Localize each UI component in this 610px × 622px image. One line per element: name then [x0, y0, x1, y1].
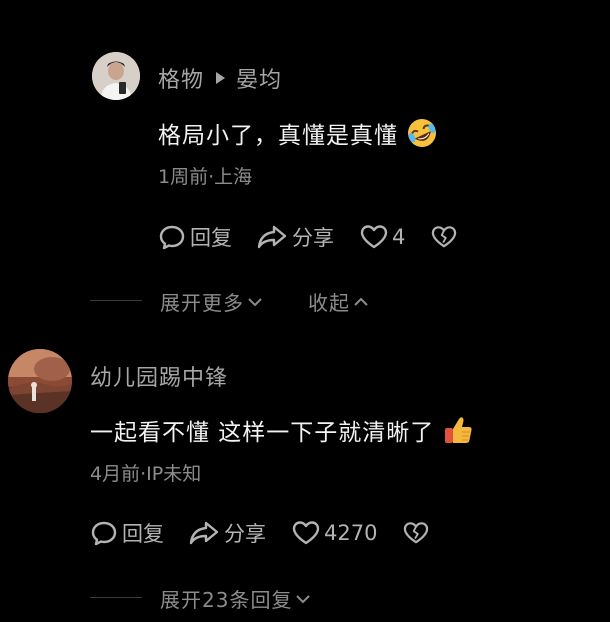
- reply-text: 格局小了，真懂是真懂: [158, 123, 398, 149]
- reply-share-button[interactable]: 分享: [256, 222, 334, 252]
- reply-to-arrow-icon: [216, 72, 226, 84]
- chevron-down-icon: [248, 297, 262, 306]
- heart-outline-icon: [360, 225, 388, 249]
- collapse-divider: [90, 300, 142, 301]
- comment-text: 一起看不懂 这样一下子就清晰了: [90, 420, 435, 446]
- comment-like-button[interactable]: 4270: [292, 520, 377, 546]
- comment-actions: 回复 分享 4270: [90, 518, 429, 548]
- reply-to-name[interactable]: 晏均: [236, 62, 282, 94]
- comment-dislike-button[interactable]: [403, 521, 429, 545]
- comment-reply-button[interactable]: 回复: [90, 518, 164, 548]
- share-arrow-icon: [189, 521, 219, 545]
- replies-divider: [90, 597, 142, 598]
- reply-like-count: 4: [392, 225, 406, 249]
- expand-more-label: 展开更多: [160, 291, 244, 315]
- expand-replies-label: 展开23条回复: [160, 588, 293, 612]
- comment-author-avatar[interactable]: [8, 349, 72, 413]
- reply-share-label: 分享: [292, 226, 334, 250]
- reply-body: 格局小了，真懂是真懂: [158, 116, 438, 150]
- expand-replies-button[interactable]: 展开23条回复: [160, 584, 312, 613]
- thumbs-up-emoji-icon: [445, 417, 472, 443]
- chevron-up-icon: [354, 297, 368, 306]
- reply-actions: 回复 分享 4: [158, 222, 457, 252]
- comment-share-button[interactable]: 分享: [188, 518, 266, 548]
- comment-meta: 4月前·IP未知: [90, 463, 202, 485]
- landscape-photo-icon: [8, 349, 72, 413]
- reply-author-name[interactable]: 格物: [158, 62, 204, 94]
- reply-like-button[interactable]: 4: [360, 224, 405, 250]
- collapse-button[interactable]: 收起: [308, 287, 370, 316]
- expand-more-button[interactable]: 展开更多: [160, 287, 264, 316]
- rolling-laughing-emoji-icon: [408, 119, 436, 147]
- broken-heart-icon: [404, 522, 429, 544]
- heart-outline-icon: [292, 521, 320, 545]
- comment-body: 一起看不懂 这样一下子就清晰了: [90, 413, 474, 447]
- reply-meta: 1周前·上海: [158, 166, 253, 188]
- comment-author-name[interactable]: 幼儿园踢中锋: [90, 360, 228, 392]
- reply-author-avatar[interactable]: [92, 52, 140, 100]
- chevron-down-icon: [296, 594, 311, 603]
- comment-reply-label: 回复: [122, 522, 164, 546]
- reply-header: 格物 晏均: [158, 62, 282, 94]
- comment-like-count: 4270: [324, 521, 378, 545]
- person-portrait-icon: [92, 52, 140, 100]
- reply-reply-label: 回复: [190, 226, 232, 250]
- share-arrow-icon: [257, 225, 287, 249]
- speech-bubble-icon: [159, 225, 185, 250]
- reply-reply-button[interactable]: 回复: [158, 222, 232, 252]
- comment-share-label: 分享: [224, 522, 266, 546]
- broken-heart-icon: [432, 226, 457, 248]
- collapse-label: 收起: [308, 291, 350, 315]
- speech-bubble-icon: [91, 521, 117, 546]
- reply-dislike-button[interactable]: [431, 225, 457, 249]
